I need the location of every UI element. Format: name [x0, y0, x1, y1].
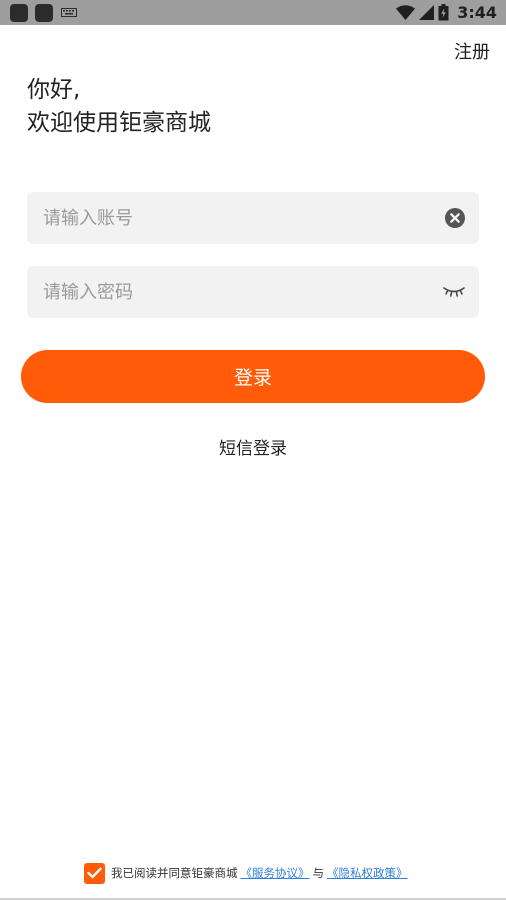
- keyboard-icon: [61, 8, 77, 17]
- clock: 3:44: [457, 3, 497, 22]
- greeting-line-1: 你好,: [27, 77, 81, 103]
- agreement-text: 我已阅读并同意钜豪商城: [111, 866, 238, 880]
- agreement-checkbox[interactable]: [84, 862, 105, 884]
- privacy-policy-link[interactable]: 《隐私权政策》: [327, 865, 408, 881]
- password-input[interactable]: [43, 266, 423, 318]
- clear-icon[interactable]: [445, 208, 465, 228]
- login-screen: 3:44 注册 你好, 欢迎使用钜豪商城 登录 短信登录 我已阅读并同意钜: [0, 0, 506, 900]
- agreement-row: 我已阅读并同意钜豪商城 《服务协议》 与 《隐私权政策》: [84, 862, 411, 884]
- app-icon: [10, 4, 28, 22]
- password-field: [27, 266, 479, 318]
- register-link[interactable]: 注册: [454, 38, 490, 64]
- login-button[interactable]: 登录: [21, 350, 485, 403]
- greeting-line-2: 欢迎使用钜豪商城: [27, 110, 211, 136]
- greeting: 你好, 欢迎使用钜豪商城: [27, 74, 211, 140]
- agreement-connector: 与: [312, 866, 325, 880]
- app-icon: [35, 4, 53, 22]
- sms-login-link[interactable]: 短信登录: [0, 434, 506, 459]
- checkmark-icon: [87, 867, 102, 879]
- battery-icon: [438, 4, 449, 21]
- service-agreement-link[interactable]: 《服务协议》: [241, 865, 310, 881]
- wifi-icon: [396, 5, 416, 20]
- account-field: [27, 192, 479, 244]
- account-input[interactable]: [43, 192, 423, 244]
- status-icons: 3:44: [396, 0, 497, 25]
- status-bar: 3:44: [0, 0, 506, 25]
- signal-icon: [419, 5, 435, 20]
- eye-closed-icon[interactable]: [443, 286, 465, 298]
